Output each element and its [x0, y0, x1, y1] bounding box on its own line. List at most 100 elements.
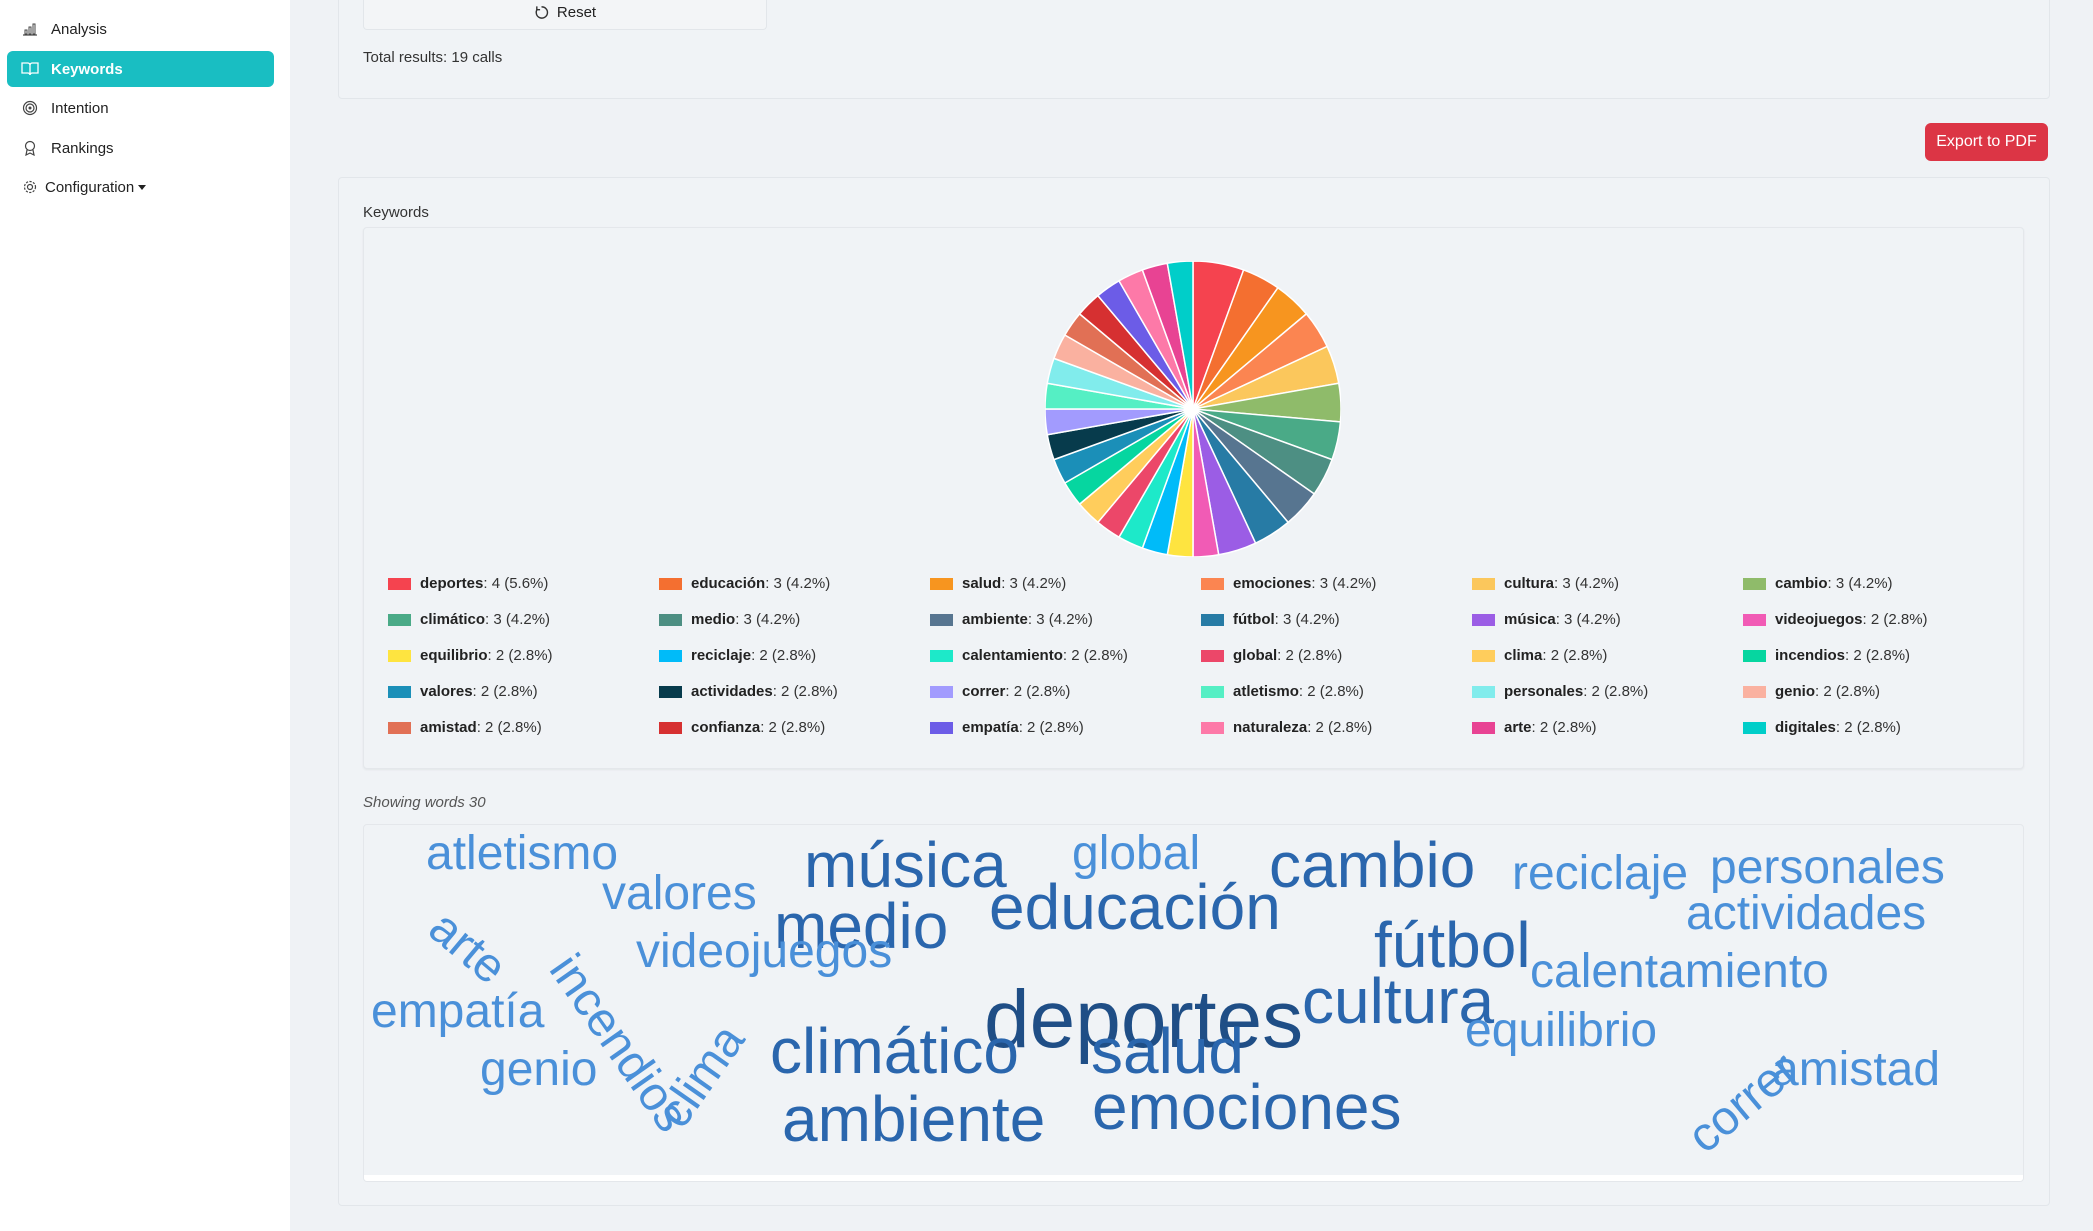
cloud-word-valores: valores — [602, 867, 757, 920]
legend-value: : 2 (2.8%) — [1845, 647, 1911, 664]
legend-swatch — [1743, 649, 1766, 662]
section-title: Keywords — [363, 204, 429, 221]
sidebar-item-label: Rankings — [51, 139, 114, 157]
legend-swatch — [1743, 577, 1766, 590]
legend-value: : 3 (4.2%) — [1827, 575, 1893, 592]
legend-value: : 2 (2.8%) — [472, 683, 538, 700]
legend-swatch — [388, 685, 411, 698]
legend-label: atletismo — [1233, 683, 1299, 700]
legend-value: : 2 (2.8%) — [1277, 647, 1343, 664]
legend-label: empatía — [962, 719, 1019, 736]
legend-value: : 3 (4.2%) — [1274, 611, 1340, 628]
legend-label: actividades — [691, 683, 773, 700]
legend-item[interactable]: personales: 2 (2.8%) — [1472, 683, 1648, 700]
legend-item[interactable]: global: 2 (2.8%) — [1201, 647, 1342, 664]
cloud-word-ambiente: ambiente — [782, 1083, 1045, 1155]
legend-item[interactable]: amistad: 2 (2.8%) — [388, 719, 542, 736]
reset-button[interactable]: Reset — [363, 0, 767, 30]
legend-item[interactable]: correr: 2 (2.8%) — [930, 683, 1070, 700]
sidebar-item-analysis[interactable]: Analysis — [7, 11, 274, 47]
legend-item[interactable]: videojuegos: 2 (2.8%) — [1743, 611, 1928, 628]
legend-item[interactable]: climático: 3 (4.2%) — [388, 611, 550, 628]
legend-value: : 2 (2.8%) — [476, 719, 542, 736]
legend-item[interactable]: equilibrio: 2 (2.8%) — [388, 647, 553, 664]
legend-swatch — [659, 685, 682, 698]
legend-value: : 3 (4.2%) — [1554, 575, 1620, 592]
sidebar-item-label: Analysis — [51, 20, 107, 38]
sidebar-item-configuration[interactable]: Configuration — [7, 169, 274, 205]
legend-swatch — [659, 613, 682, 626]
legend-item[interactable]: medio: 3 (4.2%) — [659, 611, 800, 628]
legend-value: : 3 (4.2%) — [485, 611, 551, 628]
legend-swatch — [1472, 721, 1495, 734]
cloud-word-actividades: actividades — [1686, 887, 1926, 940]
legend-swatch — [930, 721, 953, 734]
legend-item[interactable]: digitales: 2 (2.8%) — [1743, 719, 1901, 736]
legend-item[interactable]: calentamiento: 2 (2.8%) — [930, 647, 1128, 664]
legend-item[interactable]: reciclaje: 2 (2.8%) — [659, 647, 816, 664]
legend-value: : 2 (2.8%) — [1062, 647, 1128, 664]
legend-item[interactable]: atletismo: 2 (2.8%) — [1201, 683, 1364, 700]
legend-item[interactable]: empatía: 2 (2.8%) — [930, 719, 1084, 736]
legend-swatch — [388, 577, 411, 590]
legend-item[interactable]: genio: 2 (2.8%) — [1743, 683, 1880, 700]
cloud-word-reciclaje: reciclaje — [1512, 847, 1688, 900]
legend-swatch — [388, 649, 411, 662]
legend-value: : 3 (4.2%) — [765, 575, 831, 592]
cloud-word-climático: climático — [770, 1015, 1019, 1087]
legend-label: valores — [420, 683, 473, 700]
cloud-word-calentamiento: calentamiento — [1530, 945, 1829, 998]
legend-item[interactable]: salud: 3 (4.2%) — [930, 575, 1066, 592]
legend-label: naturaleza — [1233, 719, 1308, 736]
legend-swatch — [930, 613, 953, 626]
sidebar-item-label: Configuration — [45, 178, 135, 196]
legend-item[interactable]: incendios: 2 (2.8%) — [1743, 647, 1910, 664]
legend-value: : 2 (2.8%) — [1005, 683, 1071, 700]
legend-item[interactable]: valores: 2 (2.8%) — [388, 683, 538, 700]
export-pdf-button[interactable]: Export to PDF — [1925, 123, 2048, 161]
legend-swatch — [388, 721, 411, 734]
legend-label: ambiente — [962, 611, 1028, 628]
sidebar-item-label: Keywords — [51, 60, 123, 78]
legend-value: : 3 (4.2%) — [1027, 611, 1093, 628]
legend-swatch — [659, 649, 682, 662]
legend-label: calentamiento — [962, 647, 1063, 664]
reset-icon — [534, 5, 549, 20]
legend-item[interactable]: ambiente: 3 (4.2%) — [930, 611, 1093, 628]
legend-label: salud — [962, 575, 1002, 592]
legend-value: : 2 (2.8%) — [487, 647, 553, 664]
legend-item[interactable]: música: 3 (4.2%) — [1472, 611, 1621, 628]
showing-words-label: Showing words 30 — [363, 794, 486, 811]
legend-item[interactable]: cultura: 3 (4.2%) — [1472, 575, 1619, 592]
sidebar-item-rankings[interactable]: Rankings — [7, 130, 274, 166]
legend-item[interactable]: fútbol: 3 (4.2%) — [1201, 611, 1340, 628]
award-icon — [21, 139, 39, 157]
legend-item[interactable]: educación: 3 (4.2%) — [659, 575, 830, 592]
sidebar-item-intention[interactable]: Intention — [7, 90, 274, 126]
legend-item[interactable]: clima: 2 (2.8%) — [1472, 647, 1607, 664]
legend-item[interactable]: deportes: 4 (5.6%) — [388, 575, 548, 592]
legend-swatch — [1743, 613, 1766, 626]
legend-value: : 4 (5.6%) — [483, 575, 549, 592]
sidebar-item-keywords[interactable]: Keywords — [7, 51, 274, 87]
target-icon — [21, 99, 39, 117]
reset-label: Reset — [556, 4, 597, 21]
legend-item[interactable]: cambio: 3 (4.2%) — [1743, 575, 1893, 592]
legend-label: personales — [1504, 683, 1584, 700]
legend-swatch — [1201, 577, 1224, 590]
legend-value: : 2 (2.8%) — [1815, 683, 1881, 700]
legend-label: música — [1504, 611, 1556, 628]
legend-value: : 2 (2.8%) — [1307, 719, 1373, 736]
legend-value: : 2 (2.8%) — [1531, 719, 1597, 736]
legend-item[interactable]: actividades: 2 (2.8%) — [659, 683, 838, 700]
legend-label: cultura — [1504, 575, 1555, 592]
legend-item[interactable]: confianza: 2 (2.8%) — [659, 719, 825, 736]
legend-item[interactable]: naturaleza: 2 (2.8%) — [1201, 719, 1372, 736]
legend-value: : 3 (4.2%) — [1001, 575, 1067, 592]
legend-item[interactable]: emociones: 3 (4.2%) — [1201, 575, 1376, 592]
legend-swatch — [659, 577, 682, 590]
legend-label: arte — [1504, 719, 1532, 736]
legend-item[interactable]: arte: 2 (2.8%) — [1472, 719, 1597, 736]
legend-value: : 2 (2.8%) — [1018, 719, 1084, 736]
legend-label: clima — [1504, 647, 1543, 664]
